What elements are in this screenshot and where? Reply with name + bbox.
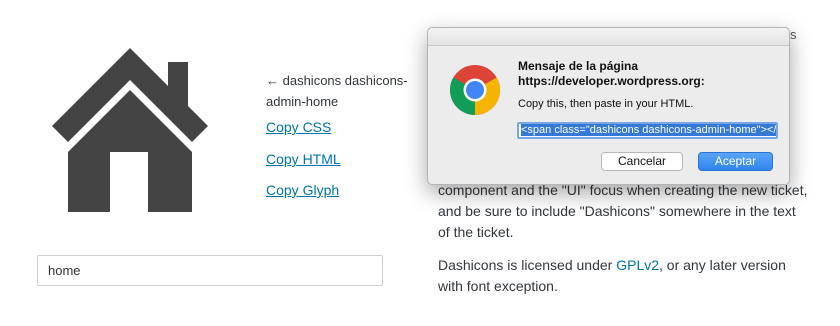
ticket-instructions: component and the "UI" focus when creati… bbox=[438, 182, 808, 240]
search-input[interactable] bbox=[37, 255, 383, 286]
cancel-button[interactable]: Cancelar bbox=[601, 152, 683, 171]
dialog-title: Mensaje de la página https://developer.w… bbox=[518, 59, 705, 88]
license-text-before: Dashicons is licensed under bbox=[438, 257, 617, 273]
gplv2-link[interactable]: GPLv2 bbox=[616, 257, 659, 273]
accept-button[interactable]: Aceptar bbox=[698, 152, 773, 171]
prompt-dialog: Mensaje de la página https://developer.w… bbox=[427, 27, 790, 185]
home-glyph-icon bbox=[52, 48, 208, 212]
dialog-message: Copy this, then paste in your HTML. bbox=[518, 98, 694, 110]
license-paragraph: Dashicons is licensed under GPLv2, or an… bbox=[438, 255, 810, 297]
chrome-logo-icon bbox=[450, 65, 500, 115]
partial-text: s bbox=[790, 27, 797, 42]
copy-css-link[interactable]: Copy CSS bbox=[266, 119, 331, 135]
dialog-titlebar bbox=[428, 28, 789, 46]
copy-glyph-link[interactable]: Copy Glyph bbox=[266, 182, 339, 198]
dialog-input-selection: <span class="dashicons dashicons-admin-h… bbox=[521, 124, 776, 136]
dialog-input[interactable]: <span class="dashicons dashicons-admin-h… bbox=[517, 122, 778, 139]
glyph-name: ← dashicons dashicons-admin-home bbox=[266, 73, 408, 109]
copy-html-link[interactable]: Copy HTML bbox=[266, 151, 341, 167]
